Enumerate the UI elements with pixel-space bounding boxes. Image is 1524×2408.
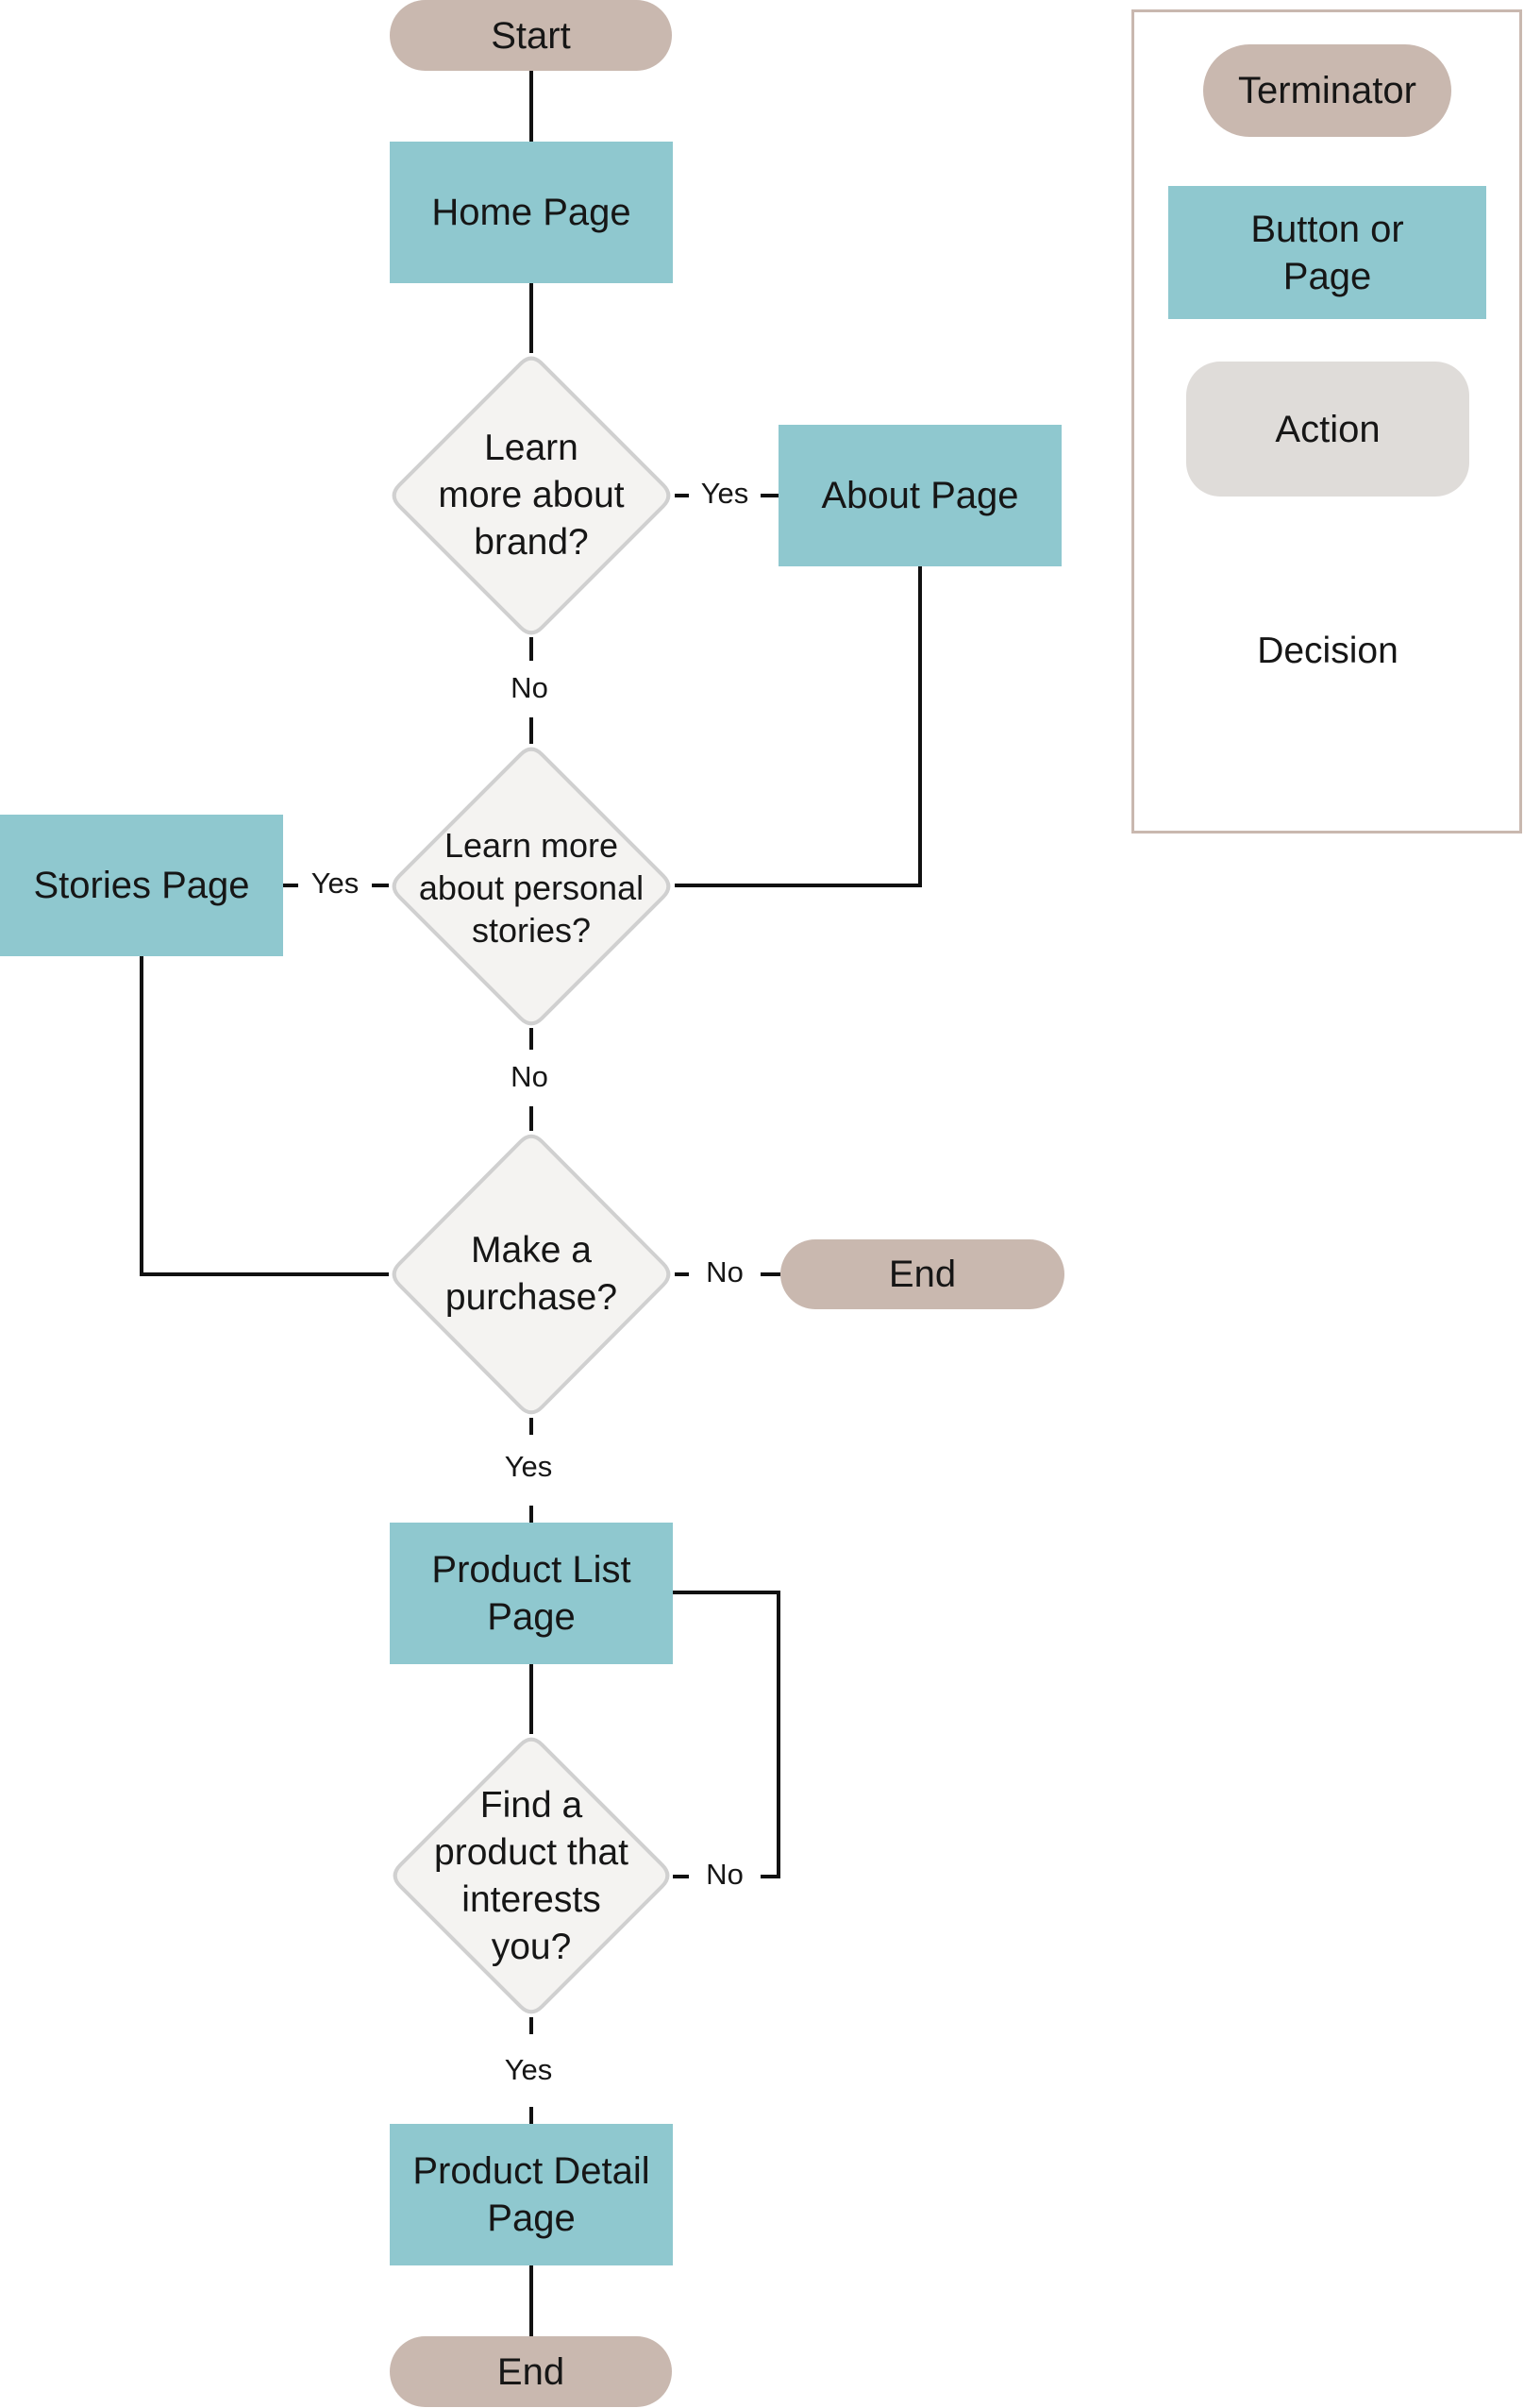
decision-purchase-line: purchase? xyxy=(444,1277,618,1318)
product-list-page-node: Product List Page xyxy=(390,1523,673,1664)
connector-about-stories xyxy=(675,566,922,887)
product-detail-page-node: Product Detail Page xyxy=(390,2124,673,2265)
end-terminator-2: End xyxy=(390,2336,672,2407)
product-list-label-line: Page xyxy=(487,1596,576,1638)
about-page-label: About Page xyxy=(821,475,1019,516)
decision-find-line: product that xyxy=(434,1831,628,1873)
decision-stories-line: stories? xyxy=(471,910,592,950)
start-terminator: Start xyxy=(390,0,672,71)
decision-brand-line: Learn xyxy=(484,428,578,468)
product-list-label-line: Product List xyxy=(431,1549,631,1591)
edge-label-brand-yes: Yes xyxy=(696,477,753,511)
legend-action-label: Action xyxy=(1275,408,1381,450)
decision-find-line: you? xyxy=(491,1926,572,1967)
end-label-1: End xyxy=(888,1254,957,1295)
legend-button-or-page-line: Page xyxy=(1282,255,1372,297)
edge-label-stories-yes: Yes xyxy=(307,867,363,901)
decision-brand-line: more about xyxy=(438,475,625,515)
decision-find-line: interests xyxy=(461,1878,601,1920)
legend-terminator: Terminator xyxy=(1203,44,1451,137)
edge-label-brand-no: No xyxy=(507,671,552,705)
start-label: Start xyxy=(491,14,571,57)
decision-purchase-line: Make a xyxy=(471,1230,592,1271)
product-detail-label-line: Page xyxy=(487,2198,576,2239)
decision-stories-line: about personal xyxy=(418,867,645,907)
decision-find-text: Find a product that interests you? xyxy=(408,1775,655,1978)
decision-purchase-text: Make a purchase? xyxy=(408,1208,655,1340)
edge-label-purchase-yes: Yes xyxy=(500,1450,557,1484)
legend-decision-text: Decision xyxy=(1227,623,1429,680)
legend-terminator-label: Terminator xyxy=(1238,70,1416,111)
end-terminator-1: End xyxy=(780,1239,1064,1309)
decision-brand-line: brand? xyxy=(474,522,589,563)
edge-label-find-yes: Yes xyxy=(500,2053,557,2087)
legend-button-or-page: Button or Page xyxy=(1168,186,1486,319)
decision-stories-line: Learn more xyxy=(444,825,619,865)
connector-find-no-loop xyxy=(673,1591,780,1878)
decision-brand-text: Learn more about brand? xyxy=(408,396,655,595)
end-label-2: End xyxy=(496,2350,565,2393)
connector-storiespage-purchase xyxy=(140,956,389,1276)
decision-stories-text: Learn more about personal stories? xyxy=(394,798,668,977)
stories-page-label: Stories Page xyxy=(33,865,250,906)
product-detail-label-line: Product Detail xyxy=(412,2150,650,2192)
stories-page-node: Stories Page xyxy=(0,815,283,956)
legend-action: Action xyxy=(1186,362,1469,497)
home-page-node: Home Page xyxy=(390,142,673,283)
legend-button-or-page-line: Button or xyxy=(1250,208,1404,250)
edge-label-stories-no: No xyxy=(507,1060,552,1094)
decision-find-line: Find a xyxy=(479,1784,583,1826)
edge-label-find-no: No xyxy=(702,1858,747,1892)
about-page-node: About Page xyxy=(779,425,1062,566)
legend-decision-label: Decision xyxy=(1257,631,1398,671)
home-page-label: Home Page xyxy=(431,192,631,233)
edge-label-purchase-no: No xyxy=(702,1255,747,1289)
